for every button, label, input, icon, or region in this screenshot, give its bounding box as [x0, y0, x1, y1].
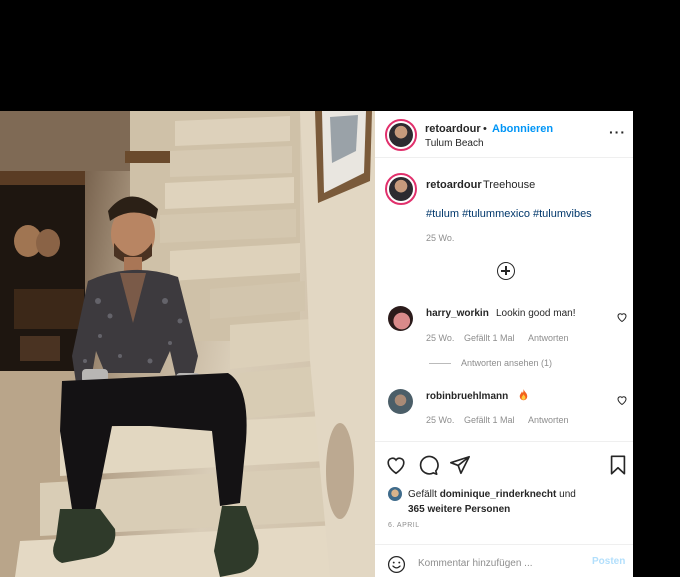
location-link[interactable]: Tulum Beach — [425, 138, 484, 149]
comment-heart-icon[interactable] — [616, 311, 628, 323]
heart-icon[interactable] — [385, 454, 407, 476]
post-comment-button[interactable]: Posten — [592, 556, 625, 567]
reply-button[interactable]: Antworten — [528, 415, 569, 425]
follow-button[interactable]: Abonnieren — [492, 123, 553, 135]
caption-avatar[interactable] — [385, 173, 417, 205]
comment-age: 25 Wo. — [426, 333, 455, 343]
post-photo[interactable] — [0, 111, 375, 577]
likes-prefix: Gefällt — [408, 489, 437, 500]
reply-button[interactable]: Antworten — [528, 333, 569, 343]
liked-by-avatar[interactable] — [388, 487, 402, 501]
comment-likes[interactable]: Gefällt 1 Mal — [464, 333, 515, 343]
comment-text: Lookin good man! — [496, 308, 576, 319]
caption-username[interactable]: retoardour — [426, 179, 482, 191]
comment-form: Posten — [375, 544, 633, 577]
comment-username[interactable]: robinbruehlmann — [426, 391, 508, 402]
bookmark-icon[interactable] — [607, 454, 629, 476]
share-icon[interactable] — [449, 454, 471, 476]
author-username[interactable]: retoardour — [425, 123, 481, 135]
comment-avatar[interactable] — [388, 389, 413, 414]
comment-input[interactable] — [418, 555, 578, 571]
photo-scene — [0, 111, 375, 577]
comment-icon[interactable] — [417, 454, 439, 476]
author-avatar[interactable] — [385, 119, 417, 151]
comment-age: 25 Wo. — [426, 415, 455, 425]
comment-username[interactable]: harry_workin — [426, 308, 489, 319]
view-replies-button[interactable]: Antworten ansehen (1) — [461, 358, 552, 368]
replies-divider — [429, 363, 451, 364]
comment-likes[interactable]: Gefällt 1 Mal — [464, 415, 515, 425]
caption-hashtags[interactable]: #tulum #tulummexico #tulumvibes — [426, 208, 592, 220]
separator-dot: • — [483, 123, 487, 135]
liked-by-others[interactable]: 365 weitere Personen — [408, 504, 510, 515]
post-side-panel: retoardour • Abonnieren Tulum Beach ··· … — [375, 111, 633, 577]
post-date: 6. APRIL — [388, 522, 420, 529]
caption-age: 25 Wo. — [426, 233, 455, 243]
likes-conjunction: und — [559, 489, 576, 500]
comment-heart-icon[interactable] — [616, 394, 628, 406]
post-header: retoardour • Abonnieren Tulum Beach ··· — [375, 111, 633, 158]
caption-text: Treehouse — [483, 179, 536, 191]
fire-emoji — [519, 389, 528, 401]
liked-by-user[interactable]: dominique_rinderknecht — [440, 489, 557, 500]
likes-summary: Gefällt dominique_rinderknecht und 365 w… — [408, 487, 618, 517]
comment-avatar[interactable] — [388, 306, 413, 331]
load-more-comments-icon[interactable] — [497, 262, 515, 280]
more-options-icon[interactable]: ··· — [609, 124, 626, 140]
emoji-icon[interactable] — [387, 555, 406, 574]
